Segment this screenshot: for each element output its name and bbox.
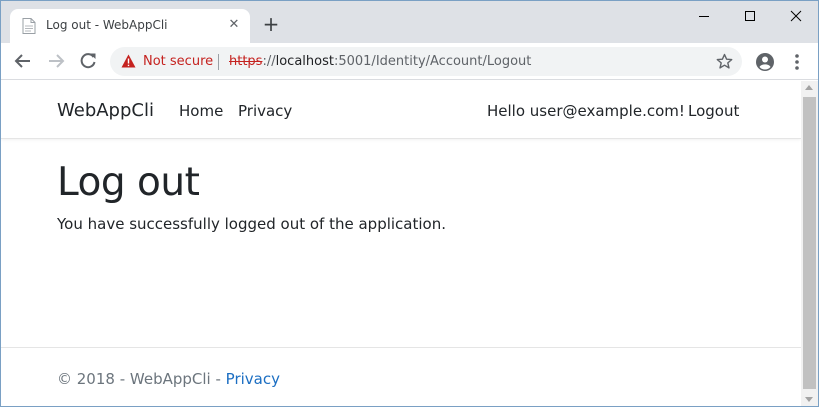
vertical-scrollbar[interactable] [801, 81, 818, 406]
plus-icon[interactable]: + [261, 14, 281, 34]
tab-active[interactable]: Log out - WebAppCli ✕ [10, 9, 250, 43]
forward-arrow-icon[interactable] [46, 51, 66, 71]
footer-privacy-link[interactable]: Privacy [226, 370, 280, 388]
page-viewport: WebAppCli Home Privacy Hello user@exampl… [1, 81, 818, 406]
scroll-down-arrow-icon[interactable] [805, 397, 813, 402]
nav-link-privacy[interactable]: Privacy [238, 102, 292, 120]
more-vert-icon[interactable] [789, 52, 805, 72]
site-footer: © 2018 - WebAppCli - Privacy [57, 370, 280, 388]
omnibox-separator [218, 54, 219, 70]
tab-title: Log out - WebAppCli [46, 18, 168, 32]
url-path: :5001/Identity/Account/Logout [333, 54, 532, 69]
site-navbar: WebAppCli Home Privacy Hello user@exampl… [1, 81, 801, 139]
url-scheme: https [229, 54, 263, 69]
page-title: Log out [57, 160, 200, 205]
security-status[interactable]: Not secure [143, 54, 213, 69]
brand-link[interactable]: WebAppCli [57, 100, 154, 121]
tab-strip: Log out - WebAppCli ✕ + [1, 1, 818, 43]
maximize-icon[interactable] [727, 1, 773, 31]
warning-icon [121, 54, 136, 68]
browser-toolbar: Not secure https://localhost:5001/Identi… [1, 43, 818, 80]
browser-window: Log out - WebAppCli ✕ + Not secure https… [0, 0, 819, 407]
nav-link-home[interactable]: Home [179, 102, 223, 120]
scrollbar-thumb[interactable] [803, 97, 816, 389]
close-icon[interactable] [773, 1, 819, 31]
logout-button[interactable]: Logout [688, 102, 739, 120]
reload-icon[interactable] [78, 51, 98, 71]
url-text[interactable]: https://localhost:5001/Identity/Account/… [229, 54, 531, 69]
url-separator: :// [262, 54, 276, 69]
star-icon[interactable] [716, 53, 733, 70]
scroll-up-arrow-icon[interactable] [805, 85, 813, 90]
user-greeting-link[interactable]: Hello user@example.com! [487, 102, 685, 120]
close-icon[interactable]: ✕ [226, 17, 242, 33]
url-host: localhost [275, 54, 334, 69]
minimize-icon[interactable] [681, 1, 727, 31]
footer-divider [1, 347, 801, 348]
address-bar[interactable]: Not secure https://localhost:5001/Identi… [110, 47, 742, 76]
logout-message: You have successfully logged out of the … [57, 215, 446, 233]
back-arrow-icon[interactable] [13, 51, 33, 71]
footer-copyright: © 2018 - WebAppCli - [57, 370, 226, 388]
account-circle-icon[interactable] [755, 52, 775, 72]
page-icon [22, 18, 36, 34]
